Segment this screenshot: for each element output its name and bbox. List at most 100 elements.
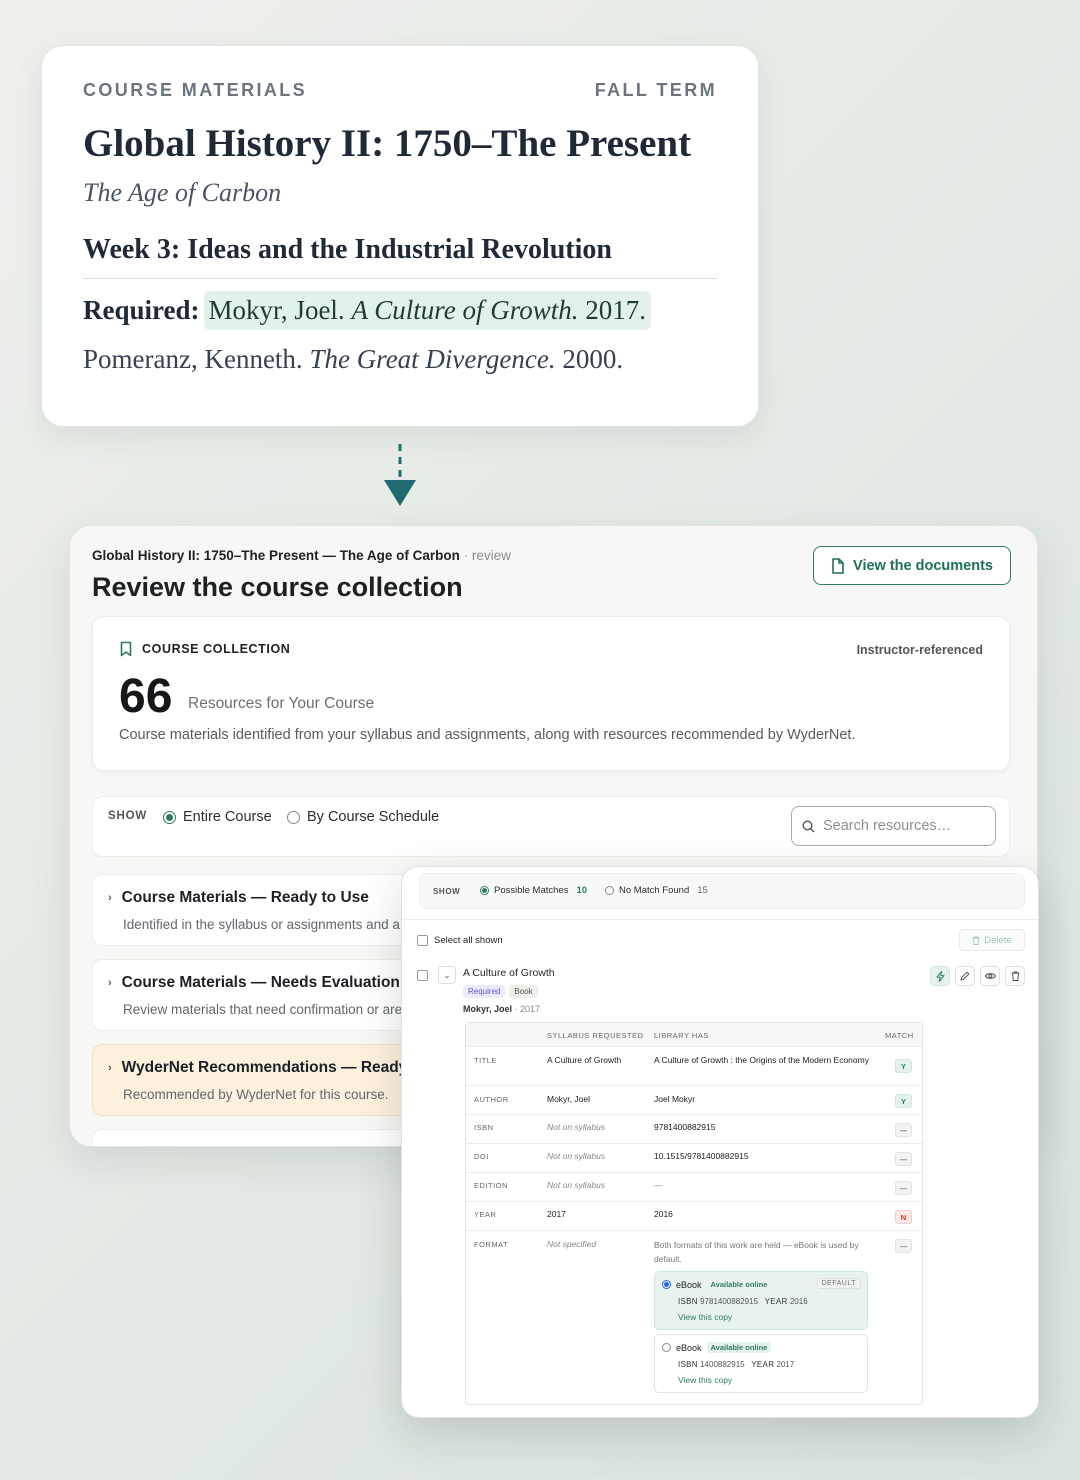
header-match: MATCH	[885, 1031, 914, 1040]
radio-empty-icon	[287, 810, 300, 824]
match-badge: Y	[895, 1059, 912, 1073]
trash-icon[interactable]	[1005, 966, 1025, 986]
lightning-icon[interactable]	[930, 966, 950, 986]
select-all-checkbox[interactable]: Select all shown	[417, 935, 503, 946]
view-copy-link[interactable]: View this copy	[678, 1375, 732, 1385]
pencil-icon[interactable]	[955, 966, 975, 986]
section-description: Recommended by WyderNet for this course.	[123, 1087, 389, 1102]
collection-label: COURSE COLLECTION	[142, 642, 291, 656]
term-kicker: FALL TERM	[594, 80, 717, 100]
down-arrow-icon	[384, 444, 416, 506]
resource-count-label: Resources for Your Course	[188, 695, 375, 712]
entire-course-radio[interactable]: Entire Course	[163, 809, 272, 825]
citation-work: A Culture of Growth.	[351, 294, 579, 325]
row-library: Joel Mokyr	[654, 1094, 696, 1104]
no-match-label: No Match Found	[619, 885, 690, 896]
section-description: Identified in the syllabus or assignment…	[123, 917, 400, 932]
required-label: Required:	[83, 294, 200, 325]
copy-option-default[interactable]: eBook Available online DEFAULT ISBN 9781…	[654, 1271, 868, 1330]
author-name: Mokyr, Joel	[463, 1004, 513, 1014]
row-library: 9781400882915	[654, 1122, 716, 1132]
item-tags: Required Book	[463, 985, 538, 998]
row-key: FORMAT	[474, 1240, 509, 1249]
week-heading: Week 3: Ideas and the Industrial Revolut…	[83, 234, 717, 279]
radio-empty-icon	[605, 886, 614, 895]
breadcrumb: Global History II: 1750–The Present — Th…	[92, 548, 511, 563]
section-title-text: Course Materials — Ready to Use	[121, 889, 369, 906]
table-row: TITLE A Culture of Growth A Culture of G…	[466, 1047, 922, 1086]
course-collection-card: COURSE COLLECTION Instructor-referenced …	[92, 616, 1010, 771]
match-badge: —	[895, 1181, 912, 1195]
radio-empty-icon	[662, 1343, 671, 1352]
possible-matches-radio[interactable]: Possible Matches 10	[480, 885, 587, 896]
copy-year: 2017	[776, 1360, 795, 1369]
match-badge: —	[895, 1123, 912, 1137]
chevron-down-icon[interactable]: ⌄	[438, 966, 456, 984]
no-match-count: 15	[697, 885, 708, 896]
header-library: LIBRARY HAS	[654, 1031, 709, 1040]
page-title: Review the course collection	[92, 572, 463, 602]
by-schedule-radio[interactable]: By Course Schedule	[287, 809, 439, 825]
row-syllabus: 2017	[547, 1209, 566, 1219]
breadcrumb-course: Global History II: 1750–The Present — Th…	[92, 548, 460, 563]
isbn-label: ISBN	[678, 1360, 698, 1369]
item-author: Mokyr, Joel · 2017	[463, 1004, 540, 1014]
isbn-label: ISBN	[678, 1297, 698, 1306]
row-syllabus: Not on syllabus	[547, 1122, 606, 1132]
match-badge: —	[895, 1239, 912, 1253]
row-key: TITLE	[474, 1056, 497, 1065]
table-row-format: FORMAT Not specified Both formats of thi…	[466, 1231, 922, 1405]
highlighted-citation: Mokyr, Joel. A Culture of Growth. 2017.	[203, 290, 651, 330]
section-title: › Course Materials — Ready to Use	[108, 889, 369, 907]
chevron-right-icon: ›	[108, 977, 112, 989]
copy-header: eBook Available online	[662, 1342, 772, 1353]
copy-header: eBook Available online	[662, 1279, 771, 1290]
year-label: YEAR	[751, 1360, 775, 1369]
view-copy-link[interactable]: View this copy	[678, 1312, 732, 1322]
row-library: 10.1515/9781400882915	[654, 1151, 749, 1161]
row-library: 2016	[654, 1209, 673, 1219]
row-key: YEAR	[474, 1210, 497, 1219]
search-icon	[802, 819, 815, 832]
copy-format: eBook	[676, 1279, 702, 1290]
no-match-radio[interactable]: No Match Found 15	[605, 885, 708, 896]
item-title: A Culture of Growth	[463, 967, 555, 979]
secondary-reading: Pomeranz, Kenneth. The Great Divergence.…	[83, 344, 717, 375]
section-title: › Course Materials — Needs Evaluation	[108, 974, 400, 992]
default-badge: DEFAULT	[816, 1278, 861, 1289]
trash-icon	[972, 936, 980, 945]
header-syllabus: SYLLABUS REQUESTED	[547, 1031, 644, 1040]
required-tag: Required	[463, 985, 506, 998]
resource-count: 66	[119, 670, 173, 723]
available-online-badge: Available online	[706, 1342, 772, 1353]
item-checkbox[interactable]	[417, 970, 428, 981]
row-syllabus: Mokyr, Joel	[547, 1094, 590, 1104]
row-key: AUTHOR	[474, 1095, 509, 1104]
breadcrumb-suffix: · review	[459, 548, 511, 563]
eye-icon[interactable]	[980, 966, 1000, 986]
radio-selected-icon	[163, 810, 176, 824]
section-title-text: WyderNet Recommendations — Ready	[121, 1059, 408, 1076]
match-badge: Y	[895, 1094, 912, 1108]
row-syllabus: Not specified	[547, 1239, 597, 1249]
row-key: DOI	[474, 1152, 489, 1161]
match-badge: —	[895, 1152, 912, 1166]
collection-description: Course materials identified from your sy…	[119, 727, 856, 743]
section-title-text: Course Materials — Needs Evaluation	[121, 974, 400, 991]
copy-isbn: 1400882915	[700, 1360, 745, 1369]
citation-work: The Great Divergence.	[309, 343, 556, 374]
required-reading: Required: Mokyr, Joel. A Culture of Grow…	[83, 290, 717, 330]
search-input[interactable]: Search resources…	[791, 806, 996, 846]
matches-panel: SHOW Possible Matches 10 No Match Found …	[401, 866, 1039, 1418]
section-title: › WyderNet Recommendations — Ready	[108, 1059, 407, 1077]
bookmark-icon	[120, 641, 132, 657]
view-documents-button[interactable]: View the documents	[813, 546, 1011, 585]
instructor-referenced-label: Instructor-referenced	[856, 643, 983, 657]
copy-option[interactable]: eBook Available online ISBN 1400882915 Y…	[654, 1334, 868, 1393]
table-row: EDITION Not on syllabus — —	[466, 1173, 922, 1202]
copy-details: ISBN 9781400882915 YEAR 2016	[678, 1297, 808, 1306]
entire-course-label: Entire Course	[183, 809, 272, 825]
row-syllabus: Not on syllabus	[547, 1180, 606, 1190]
row-library: —	[654, 1180, 663, 1190]
delete-button[interactable]: Delete	[959, 929, 1025, 951]
